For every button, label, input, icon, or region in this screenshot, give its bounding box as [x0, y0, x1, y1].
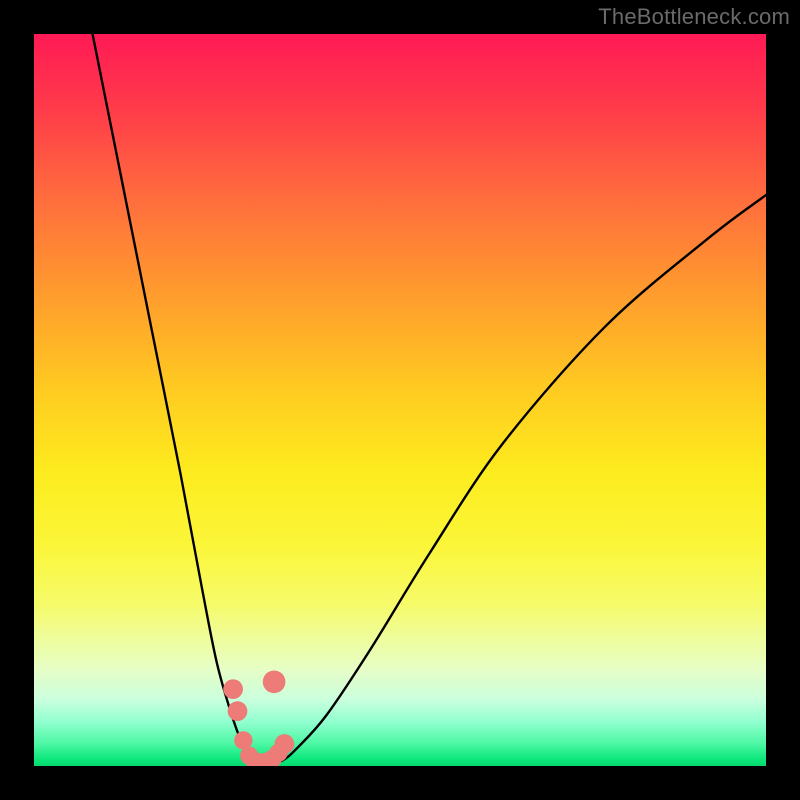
highlight-points: [223, 670, 294, 766]
bottleneck-curve: [93, 34, 766, 764]
curve-svg: [34, 34, 766, 766]
marker-point: [274, 734, 294, 754]
watermark-text: TheBottleneck.com: [598, 4, 790, 30]
marker-point: [263, 670, 286, 693]
marker-point: [228, 701, 248, 721]
marker-point: [223, 679, 243, 699]
chart-frame: TheBottleneck.com: [0, 0, 800, 800]
plot-area: [34, 34, 766, 766]
